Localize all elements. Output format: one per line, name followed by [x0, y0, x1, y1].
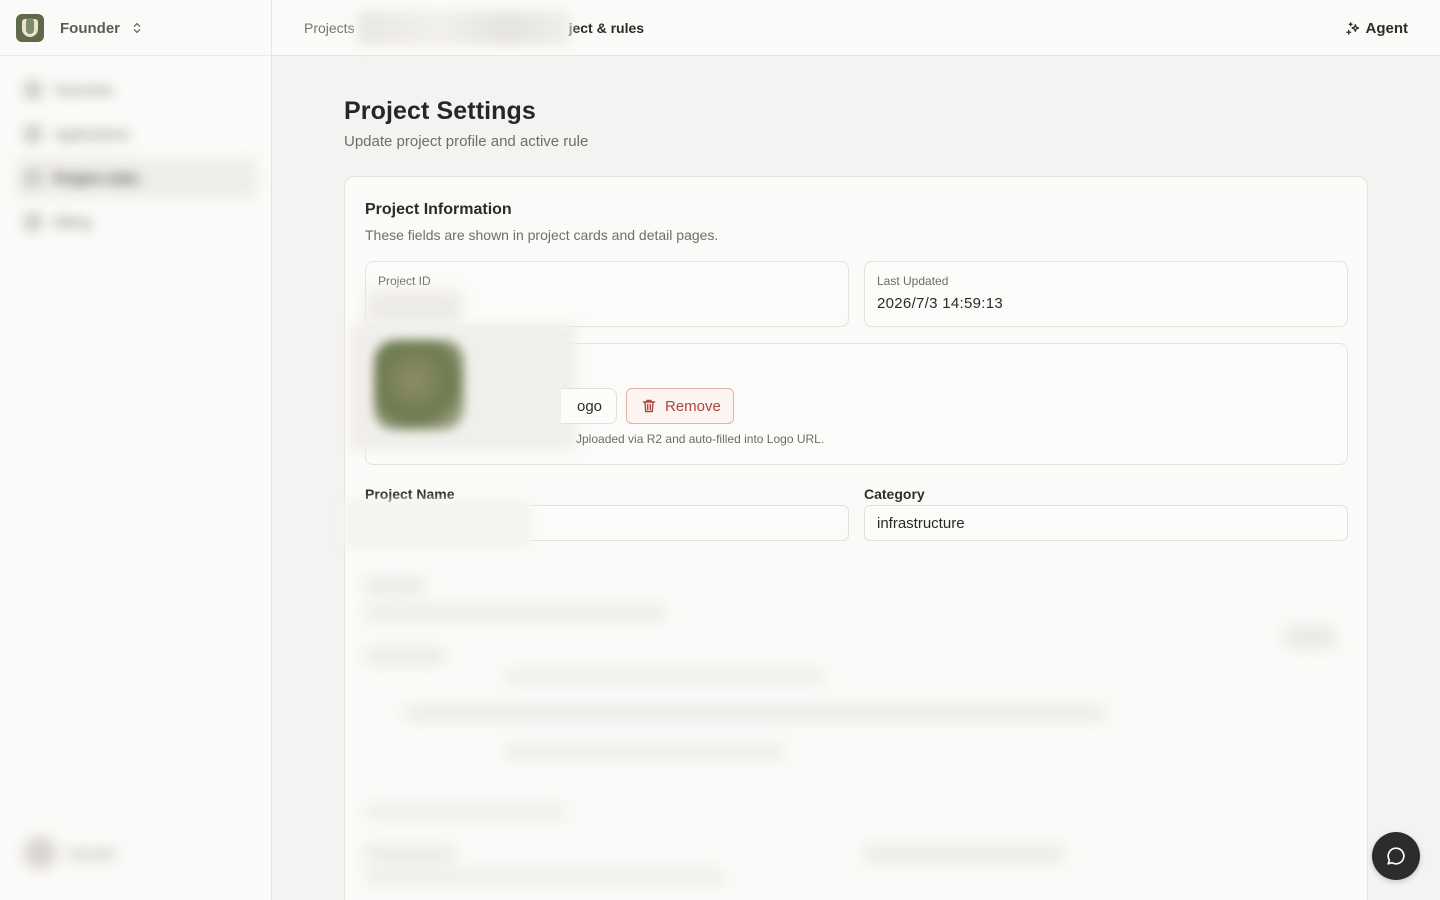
sidebar-item-label: Overview: [54, 82, 113, 98]
apps-icon: [24, 125, 42, 143]
user-menu[interactable]: Account: [24, 830, 214, 876]
sidebar-item-label: Billing: [54, 214, 92, 230]
section-title: Project Information: [365, 201, 512, 218]
project-id-box: Project ID: [365, 261, 849, 327]
chevron-up-down-icon: [130, 21, 144, 35]
sidebar-item-overview[interactable]: Overview: [16, 70, 256, 110]
category-value: infrastructure: [877, 514, 965, 532]
workspace-switcher[interactable]: Founder: [16, 13, 150, 43]
sidebar-item-applications[interactable]: Applications: [16, 114, 256, 154]
breadcrumb-projects[interactable]: Projects: [304, 20, 355, 36]
sidebar: Founder Overview Applications Project ru…: [0, 0, 272, 900]
last-updated-box: Last Updated 2026/7/3 14:59:13: [864, 261, 1348, 327]
category-input[interactable]: infrastructure: [864, 505, 1348, 541]
chat-bubble-icon: [1385, 845, 1407, 867]
user-name: Account: [68, 845, 115, 861]
logo-upload-hint: Jploaded via R2 and auto-filled into Log…: [576, 432, 825, 446]
last-updated-label: Last Updated: [877, 274, 949, 288]
sidebar-item-billing[interactable]: Billing: [16, 202, 256, 242]
breadcrumb-redacted: [356, 11, 571, 45]
logo-preview: [350, 324, 576, 450]
upload-logo-label: ogo: [577, 397, 603, 415]
billing-icon: [24, 213, 42, 231]
category-label: Category: [864, 486, 925, 502]
project-information-card: Project Information These fields are sho…: [342, 176, 1369, 900]
chat-button[interactable]: [1372, 832, 1420, 880]
upload-logo-button[interactable]: ogo: [561, 388, 617, 424]
agent-button[interactable]: Agent: [1345, 14, 1409, 42]
agent-label: Agent: [1365, 19, 1409, 37]
last-updated-value: 2026/7/3 14:59:13: [877, 295, 1004, 312]
project-name-value-redacted: [342, 500, 532, 548]
sidebar-item-label: Project rules: [54, 170, 139, 186]
section-subtitle: These fields are shown in project cards …: [365, 227, 719, 243]
home-icon: [24, 81, 42, 99]
page-subtitle: Update project profile and active rule: [344, 133, 589, 150]
avatar: [24, 837, 56, 869]
project-name-input[interactable]: [342, 500, 849, 548]
redacted-lower-section: [345, 567, 1369, 897]
project-id-value-redacted: [366, 290, 462, 326]
sparkle-icon: [1345, 21, 1360, 36]
sidebar-nav: Overview Applications Project rules Bill…: [16, 70, 256, 246]
sidebar-item-label: Applications: [54, 126, 130, 142]
project-id-label: Project ID: [378, 274, 431, 288]
remove-logo-label: Remove: [665, 397, 721, 415]
page-title: Project Settings: [344, 97, 536, 125]
project-logo-icon: [16, 14, 44, 42]
workspace-name: Founder: [60, 19, 120, 37]
sidebar-divider: [0, 55, 272, 56]
logo-upload-box: ogo Remove Jploaded via R2 and auto-fill…: [350, 324, 1348, 465]
sidebar-item-project-rules[interactable]: Project rules: [16, 158, 256, 198]
breadcrumb: Projects ject & rules: [304, 0, 644, 56]
remove-logo-button[interactable]: Remove: [626, 388, 734, 424]
top-bar: Projects ject & rules Agent: [272, 0, 1440, 56]
rules-icon: [24, 169, 42, 187]
breadcrumb-current: ject & rules: [568, 20, 645, 36]
trash-icon: [641, 398, 657, 414]
